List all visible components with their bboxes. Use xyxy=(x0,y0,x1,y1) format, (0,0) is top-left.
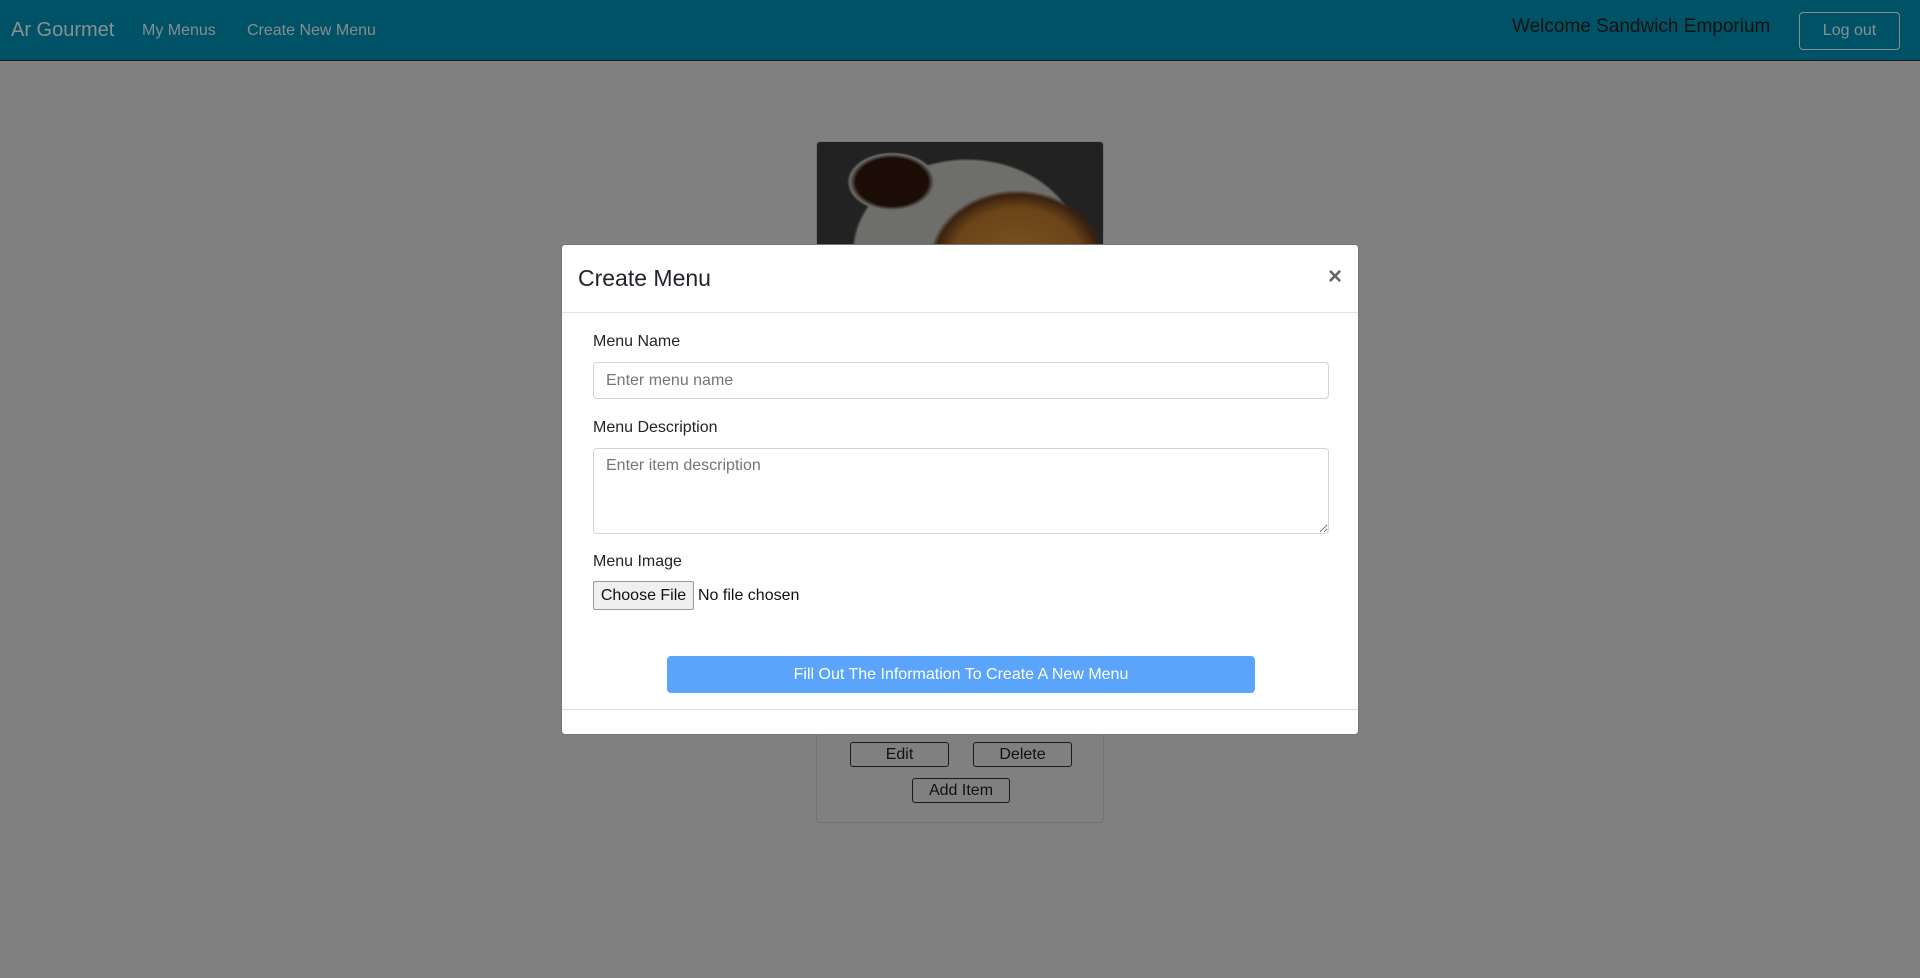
modal-footer-divider xyxy=(562,709,1358,710)
welcome-text: Welcome Sandwich Emporium xyxy=(1512,16,1771,37)
delete-button[interactable]: Delete xyxy=(973,742,1072,767)
close-icon[interactable]: × xyxy=(1328,263,1342,291)
create-menu-submit-button[interactable]: Fill Out The Information To Create A New… xyxy=(667,656,1255,693)
edit-button[interactable]: Edit xyxy=(850,742,949,767)
modal-title: Create Menu xyxy=(578,265,711,291)
create-menu-modal: Create Menu × Menu Name Menu Description… xyxy=(561,244,1359,735)
add-item-button[interactable]: Add Item xyxy=(912,778,1010,803)
navbar: Ar Gourmet My Menus Create New Menu Welc… xyxy=(0,0,1920,61)
nav-create-new-menu[interactable]: Create New Menu xyxy=(247,22,376,40)
file-status: No file chosen xyxy=(698,587,800,604)
menu-name-input[interactable] xyxy=(593,362,1329,399)
logout-button[interactable]: Log out xyxy=(1799,12,1900,50)
menu-image-label: Menu Image xyxy=(593,553,682,570)
menu-description-label: Menu Description xyxy=(593,419,718,436)
menu-description-input[interactable] xyxy=(593,448,1329,534)
nav-my-menus[interactable]: My Menus xyxy=(142,22,216,40)
choose-file-button[interactable]: Choose File xyxy=(593,581,694,610)
modal-header: Create Menu × xyxy=(562,245,1358,313)
menu-name-label: Menu Name xyxy=(593,333,681,350)
brand-link[interactable]: Ar Gourmet xyxy=(11,19,114,42)
